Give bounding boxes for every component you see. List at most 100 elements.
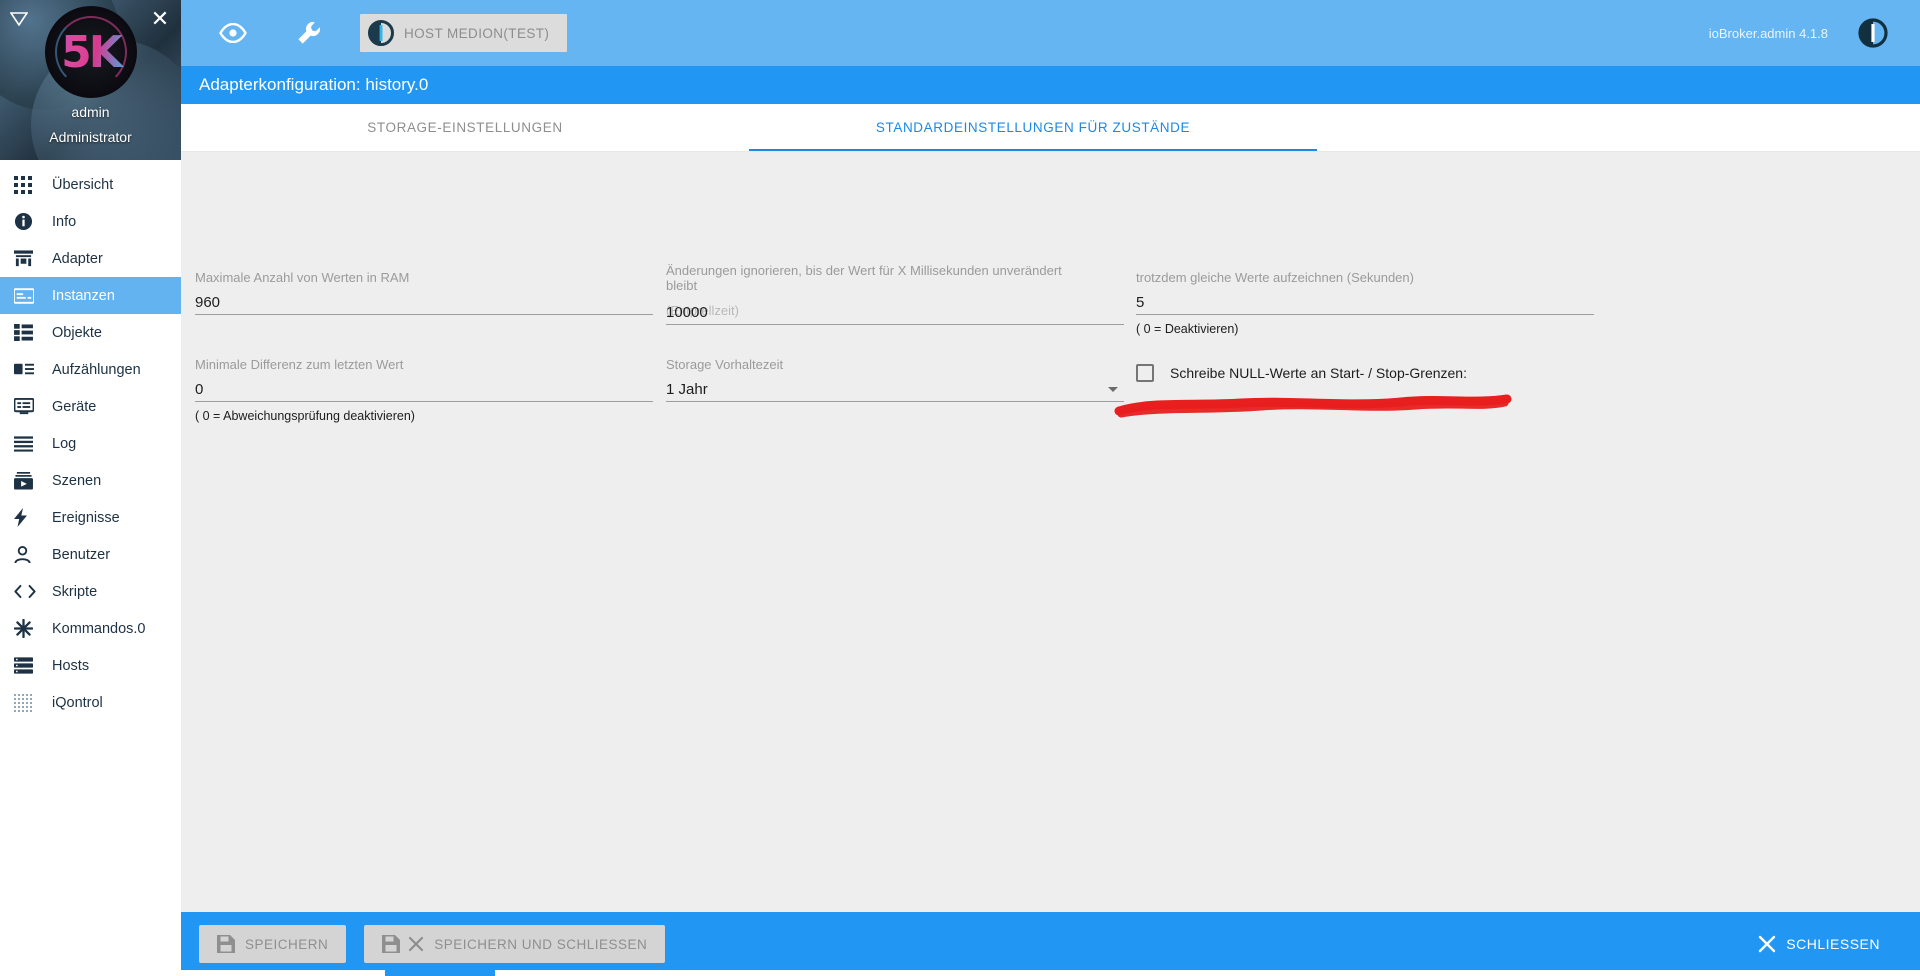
sidebar-item-label: Log — [52, 435, 77, 452]
sidebar-item-benutzer[interactable]: Benutzer — [0, 536, 181, 573]
retention-select[interactable]: 1 Jahr — [666, 378, 1124, 402]
field-label: trotzdem gleiche Werte aufzeichnen (Seku… — [1136, 270, 1414, 285]
tab-standardeinstellungen[interactable]: STANDARDEINSTELLUNGEN FÜR ZUSTÄNDE — [749, 104, 1317, 151]
field-label: Storage Vorhaltezeit — [666, 357, 784, 372]
chevron-down-icon[interactable] — [1108, 387, 1118, 392]
form-area: Maximale Anzahl von Werten in RAM 960 Mi… — [181, 152, 1920, 887]
null-values-checkbox-row[interactable]: Schreibe NULL-Werte an Start- / Stop-Gre… — [1136, 364, 1467, 382]
sidebar-item-label: Skripte — [52, 583, 98, 600]
eye-icon[interactable] — [206, 6, 260, 60]
avatar-initials: 5K — [45, 6, 137, 98]
iobroker-power-icon[interactable] — [1846, 6, 1900, 60]
same-values-hint: ( 0 = Deaktivieren) — [1136, 322, 1239, 336]
enumerations-icon — [14, 359, 40, 381]
close-icon[interactable]: ✕ — [147, 6, 173, 32]
info-icon — [14, 211, 40, 233]
devices-icon — [14, 396, 40, 418]
avatar[interactable]: 5K — [44, 6, 137, 98]
red-underline-annotation — [1111, 387, 1531, 432]
sidebar-item-ereignisse[interactable]: Ereignisse — [0, 499, 181, 536]
sidebar-item-label: Ereignisse — [52, 509, 120, 526]
log-lines-icon — [14, 433, 40, 455]
tab-storage-einstellungen[interactable]: STORAGE-EINSTELLUNGEN — [181, 104, 749, 151]
retention-value: 1 Jahr — [666, 381, 708, 398]
debounce-input[interactable]: 10000 — [666, 301, 1124, 325]
sidebar-user-header: ✕ 5K admin Administrator — [0, 0, 181, 160]
settings-panel: Maximale Anzahl von Werten in RAM 960 Mi… — [181, 152, 1920, 964]
save-button-label: SPEICHERN — [245, 936, 329, 952]
null-values-checkbox[interactable] — [1136, 364, 1154, 382]
appbar-right-group: ioBroker.admin 4.1.8 — [1709, 6, 1920, 60]
field-retention: Storage Vorhaltezeit 1 Jahr — [666, 357, 1124, 402]
save-disk-icon — [217, 935, 235, 953]
same-values-input[interactable]: 5 — [1136, 291, 1594, 315]
sidebar-menu: Übersicht Info Adapter Instanzen Objekte… — [0, 160, 181, 721]
iobroker-logo-icon — [368, 20, 394, 46]
server-rack-icon — [14, 655, 40, 677]
tab-label: STANDARDEINSTELLUNGEN FÜR ZUSTÄNDE — [875, 120, 1191, 135]
sidebar-item-label: Aufzählungen — [52, 361, 141, 378]
sidebar-item-hosts[interactable]: Hosts — [0, 647, 181, 684]
sidebar-item-geraete[interactable]: Geräte — [0, 388, 181, 425]
wrench-icon[interactable] — [282, 6, 336, 60]
grid-icon — [14, 174, 40, 196]
app-root: ✕ 5K admin Administrator Übersicht Info … — [0, 0, 1920, 976]
sidebar-item-label: iQontrol — [52, 694, 103, 711]
save-and-close-button-label: SPEICHERN UND SCHLIESSEN — [434, 936, 648, 952]
min-diff-hint: ( 0 = Abweichungsprüfung deaktivieren) — [195, 409, 415, 423]
sidebar-item-uebersicht[interactable]: Übersicht — [0, 166, 181, 203]
user-icon — [14, 544, 40, 566]
asterisk-icon — [14, 618, 40, 640]
top-appbar: HOST MEDION(TEST) ioBroker.admin 4.1.8 — [181, 0, 1920, 66]
field-debounce: Änderungen ignorieren, bis der Wert für … — [666, 263, 1124, 325]
field-max-ram: Maximale Anzahl von Werten in RAM 960 — [195, 270, 653, 315]
page-bottom-edge — [0, 970, 1920, 976]
sidebar-item-label: Geräte — [52, 398, 97, 415]
store-icon — [14, 248, 40, 270]
sidebar-item-label: Kommandos.0 — [52, 620, 146, 637]
tab-bar: STORAGE-EINSTELLUNGEN STANDARDEINSTELLUN… — [181, 104, 1920, 152]
sidebar-item-label: Benutzer — [52, 546, 111, 563]
page-title: Adapterkonfiguration: history.0 — [181, 66, 1920, 104]
save-and-close-button[interactable]: SPEICHERN UND SCHLIESSEN — [364, 925, 666, 963]
sidebar-item-label: Übersicht — [52, 176, 114, 193]
sidebar-item-label: Objekte — [52, 324, 102, 341]
page-edge-accent — [385, 970, 495, 976]
close-button-label: SCHLIESSEN — [1786, 936, 1880, 952]
sidebar-item-kommandos[interactable]: Kommandos.0 — [0, 610, 181, 647]
close-x-icon — [408, 936, 424, 952]
sidebar-item-label: Info — [52, 213, 77, 230]
sidebar-item-label: Instanzen — [52, 287, 115, 304]
save-button[interactable]: SPEICHERN — [199, 925, 347, 963]
host-chip[interactable]: HOST MEDION(TEST) — [360, 14, 568, 52]
save-disk-icon — [382, 935, 401, 953]
sidebar-item-objekte[interactable]: Objekte — [0, 314, 181, 351]
field-label: Minimale Differenz zum letzten Wert — [195, 357, 404, 372]
bottom-action-bar: SPEICHERN SPEICHERN UND SCHLIESSEN SCHLI… — [181, 912, 1920, 976]
instances-icon — [14, 285, 40, 307]
sidebar-item-label: Hosts — [52, 657, 90, 674]
close-button[interactable]: SCHLIESSEN — [1740, 925, 1898, 963]
tab-label: STORAGE-EINSTELLUNGEN — [367, 120, 563, 135]
sidebar-item-iqontrol[interactable]: iQontrol — [0, 684, 181, 721]
collapse-triangle-icon[interactable] — [8, 8, 30, 30]
sidebar-item-info[interactable]: Info — [0, 203, 181, 240]
sidebar-item-label: Adapter — [52, 250, 103, 267]
min-diff-input[interactable]: 0 — [195, 378, 653, 402]
lightning-bolt-icon — [14, 507, 40, 529]
sidebar-item-szenen[interactable]: Szenen — [0, 462, 181, 499]
field-same-values: trotzdem gleiche Werte aufzeichnen (Seku… — [1136, 270, 1594, 336]
sidebar-item-instanzen[interactable]: Instanzen — [0, 277, 181, 314]
sidebar-item-skripte[interactable]: Skripte — [0, 573, 181, 610]
sidebar-item-log[interactable]: Log — [0, 425, 181, 462]
sidebar-item-aufzaehlungen[interactable]: Aufzählungen — [0, 351, 181, 388]
null-values-label: Schreibe NULL-Werte an Start- / Stop-Gre… — [1170, 365, 1467, 381]
field-min-diff: Minimale Differenz zum letzten Wert 0 ( … — [195, 357, 653, 423]
scenes-play-icon — [14, 470, 40, 492]
close-x-icon — [1758, 935, 1776, 953]
user-role: Administrator — [49, 129, 132, 145]
max-ram-input[interactable]: 960 — [195, 291, 653, 315]
code-brackets-icon — [14, 581, 40, 603]
config-dialog: Adapterkonfiguration: history.0 STORAGE-… — [181, 66, 1920, 976]
sidebar-item-adapter[interactable]: Adapter — [0, 240, 181, 277]
